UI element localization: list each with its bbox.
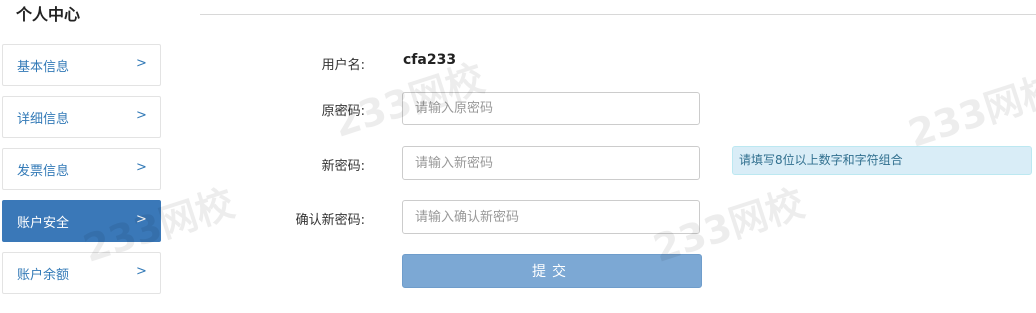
submit-button[interactable]: 提交	[402, 254, 702, 288]
chevron-right-icon: >	[136, 160, 147, 175]
sidebar-item-label: 发票信息	[17, 164, 70, 179]
sidebar-item-label: 账户余额	[17, 268, 70, 283]
sidebar-item-detail-info[interactable]: 详细信息 >	[2, 96, 161, 138]
sidebar-item-invoice-info[interactable]: 发票信息 >	[2, 148, 161, 190]
password-hint-alert: 请填写8位以上数字和字符组合	[732, 146, 1032, 175]
sidebar-item-label: 账户安全	[17, 216, 70, 231]
watermark-logo: 233网校	[903, 65, 1036, 156]
confirm-password-label: 确认新密码:	[295, 213, 365, 228]
sidebar-item-label: 详细信息	[17, 112, 70, 127]
chevron-right-icon: >	[136, 264, 147, 279]
chevron-right-icon: >	[136, 56, 147, 71]
sidebar-item-account-balance[interactable]: 账户余额 >	[2, 252, 161, 294]
username-label: 用户名:	[321, 58, 365, 73]
new-password-input[interactable]	[402, 146, 700, 180]
old-password-label: 原密码:	[321, 104, 365, 119]
sidebar-item-basic-info[interactable]: 基本信息 >	[2, 44, 161, 86]
old-password-input[interactable]	[402, 92, 700, 125]
chevron-right-icon: >	[136, 108, 147, 123]
sidebar-item-account-security[interactable]: 账户安全 >	[2, 200, 161, 242]
sidebar-item-label: 基本信息	[17, 60, 70, 75]
username-value: cfa233	[403, 52, 457, 68]
chevron-right-icon: >	[136, 212, 147, 227]
new-password-label: 新密码:	[321, 159, 365, 174]
title-divider	[200, 14, 1036, 15]
page-title: 个人中心	[16, 5, 81, 24]
confirm-password-input[interactable]	[402, 200, 700, 234]
